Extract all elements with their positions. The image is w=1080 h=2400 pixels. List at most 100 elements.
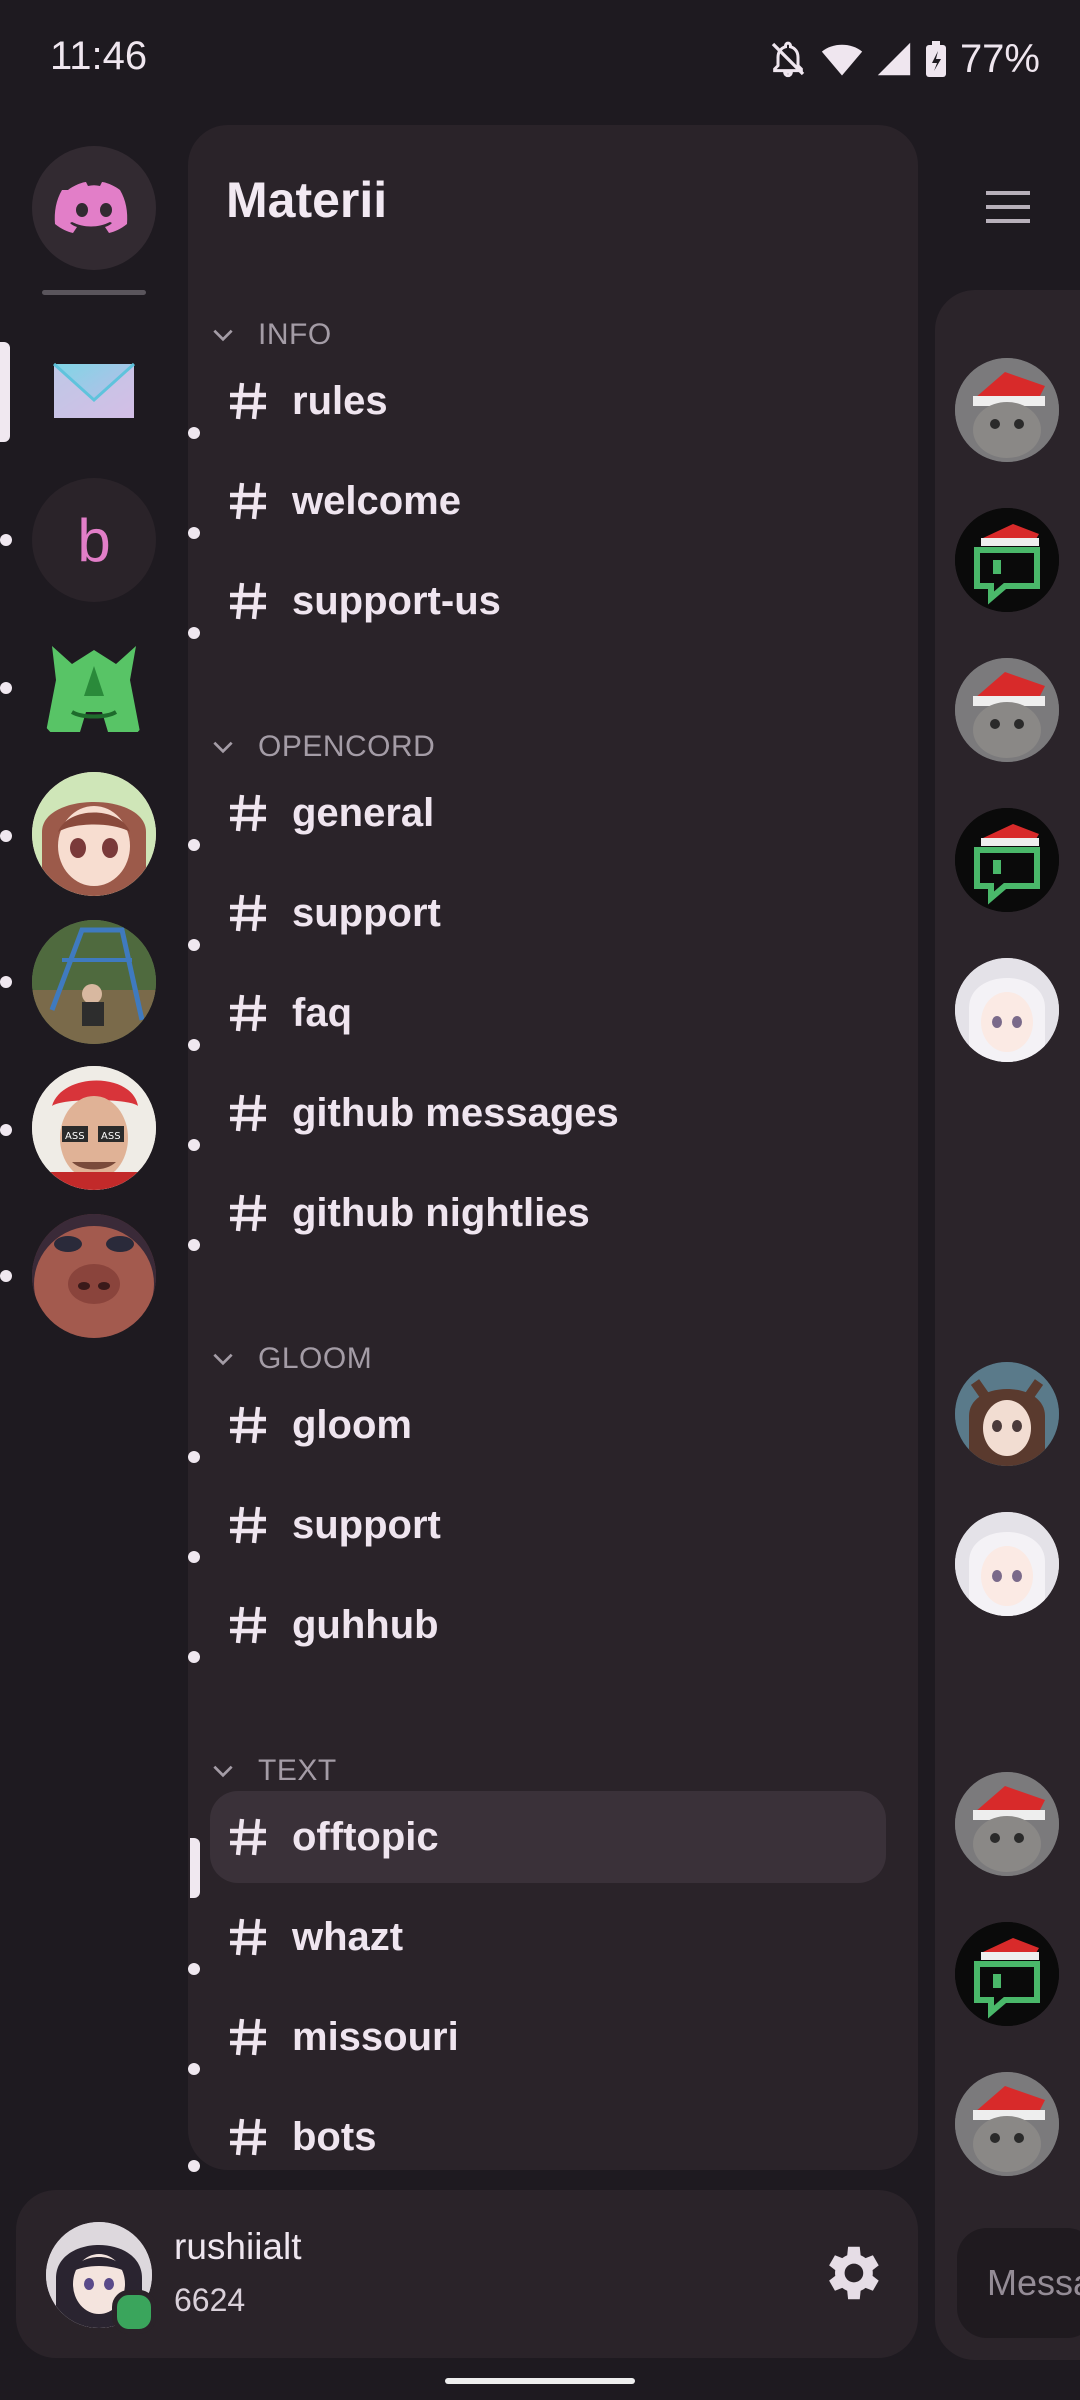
unread-dot xyxy=(188,1963,200,1975)
unread-dot xyxy=(188,427,200,439)
svg-text:ASS: ASS xyxy=(101,1131,121,1142)
channel-gloom-support[interactable]: support xyxy=(210,1479,886,1571)
channel-gloom[interactable]: gloom xyxy=(210,1379,886,1471)
hashtag-icon xyxy=(230,1606,266,1644)
cat-santa-avatar[interactable] xyxy=(955,1772,1059,1876)
cat-santa-avatar[interactable] xyxy=(955,2072,1059,2176)
white-hair-girl-icon xyxy=(955,958,1059,1062)
channel-name: missouri xyxy=(292,2014,459,2059)
server-green-a[interactable] xyxy=(32,626,156,750)
server-red-hair-man[interactable]: ASS ASS xyxy=(32,1066,156,1190)
hashtag-icon xyxy=(230,1918,266,1956)
server-anime-girl[interactable] xyxy=(32,772,156,896)
hashtag-icon xyxy=(230,1506,266,1544)
channel-name: general xyxy=(292,790,435,835)
unread-pill xyxy=(0,1270,12,1282)
channel-name: offtopic xyxy=(292,1814,439,1859)
channel-name: support xyxy=(292,890,441,935)
message-input[interactable]: Messa xyxy=(957,2228,1080,2338)
server-mail[interactable] xyxy=(32,330,156,454)
unread-dot xyxy=(188,939,200,951)
status-icons: 77% xyxy=(768,34,1040,84)
green-bot-avatar[interactable] xyxy=(955,508,1059,612)
unread-dot xyxy=(188,2160,200,2172)
unread-dot xyxy=(188,1651,200,1663)
channel-rules[interactable]: rules xyxy=(210,355,886,447)
channel-support-us[interactable]: support-us xyxy=(210,555,886,647)
hashtag-icon xyxy=(230,482,266,520)
discord-home-button[interactable] xyxy=(32,146,156,270)
hashtag-icon xyxy=(230,794,266,832)
cat-santa-icon xyxy=(955,1772,1059,1876)
server-face[interactable] xyxy=(32,1214,156,1338)
home-indicator[interactable] xyxy=(445,2378,635,2384)
white-hair-girl-icon xyxy=(955,1512,1059,1616)
channel-general[interactable]: general xyxy=(210,767,886,859)
channel-panel: Materii INFO rules welcome support-us OP… xyxy=(188,125,918,2170)
category-label: INFO xyxy=(258,318,332,351)
cat-ear-girl-icon xyxy=(955,1362,1059,1466)
server-playground[interactable] xyxy=(32,920,156,1044)
channel-name: welcome xyxy=(292,478,461,523)
channel-name: bots xyxy=(292,2114,377,2159)
cat-santa-icon xyxy=(955,358,1059,462)
channel-name: whazt xyxy=(292,1914,404,1959)
green-bot-icon xyxy=(955,508,1059,612)
unread-pill xyxy=(0,534,12,546)
green-bot-icon xyxy=(955,808,1059,912)
svg-text:ASS: ASS xyxy=(65,1131,85,1142)
channel-github-messages[interactable]: github messages xyxy=(210,1067,886,1159)
unread-dot xyxy=(188,1551,200,1563)
server-b[interactable]: b xyxy=(32,478,156,602)
hashtag-icon xyxy=(230,994,266,1032)
channel-whazt[interactable]: whazt xyxy=(210,1891,886,1983)
channel-guhhub[interactable]: guhhub xyxy=(210,1579,886,1671)
unread-dot xyxy=(188,1239,200,1251)
unread-dot xyxy=(188,1451,200,1463)
rail-divider xyxy=(42,290,146,295)
channel-name: support-us xyxy=(292,578,501,623)
cat-ear-girl-avatar[interactable] xyxy=(955,1362,1059,1466)
category-label: OPENCORD xyxy=(258,730,436,763)
unread-pill xyxy=(0,830,12,842)
white-hair-girl-avatar[interactable] xyxy=(955,1512,1059,1616)
menu-icon[interactable] xyxy=(980,185,1036,229)
chevron-down-icon xyxy=(213,329,233,342)
message-input-placeholder: Messa xyxy=(987,2262,1080,2303)
chevron-down-icon xyxy=(213,1353,233,1366)
hashtag-icon xyxy=(230,1094,266,1132)
channel-missouri[interactable]: missouri xyxy=(210,1991,886,2083)
channel-bots[interactable]: bots xyxy=(210,2091,886,2170)
green-bot-avatar[interactable] xyxy=(955,808,1059,912)
channel-welcome[interactable]: welcome xyxy=(210,455,886,547)
channel-name: gloom xyxy=(292,1402,412,1447)
unread-dot xyxy=(188,839,200,851)
channel-name: github nightlies xyxy=(292,1190,590,1235)
anime-girl-avatar-icon xyxy=(32,772,156,896)
green-bot-icon xyxy=(955,1922,1059,2026)
green-bot-avatar[interactable] xyxy=(955,1922,1059,2026)
active-channel-indicator xyxy=(190,1838,200,1898)
channel-faq[interactable]: faq xyxy=(210,967,886,1059)
channel-offtopic[interactable]: offtopic xyxy=(210,1791,886,1883)
settings-gear-icon[interactable] xyxy=(816,2238,886,2308)
channel-github-nightlies[interactable]: github nightlies xyxy=(210,1167,886,1259)
hashtag-icon xyxy=(230,582,266,620)
white-hair-girl-avatar[interactable] xyxy=(955,958,1059,1062)
playground-photo-icon xyxy=(32,920,156,1044)
unread-pill xyxy=(0,976,12,988)
channel-name: rules xyxy=(292,378,388,423)
face-closeup-icon xyxy=(32,1214,156,1338)
unread-dot xyxy=(188,627,200,639)
unread-dot xyxy=(188,1039,200,1051)
hashtag-icon xyxy=(230,382,266,420)
channel-support[interactable]: support xyxy=(210,867,886,959)
cat-santa-avatar[interactable] xyxy=(955,358,1059,462)
cat-santa-avatar[interactable] xyxy=(955,658,1059,762)
server-title[interactable]: Materii xyxy=(226,171,387,229)
cat-santa-icon xyxy=(955,2072,1059,2176)
green-a-logo-icon xyxy=(46,646,140,732)
channel-name: faq xyxy=(292,990,352,1035)
red-hair-man-avatar-icon: ASS ASS xyxy=(32,1066,156,1190)
hashtag-icon xyxy=(230,894,266,932)
